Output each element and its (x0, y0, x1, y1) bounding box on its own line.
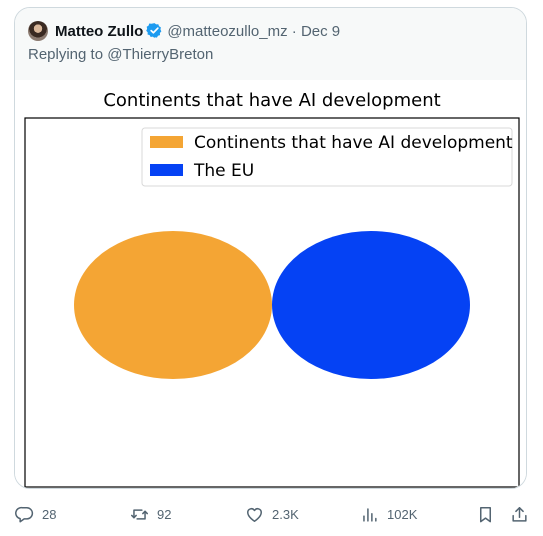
quoted-tweet-card[interactable]: Matteo Zullo @matteozullo_mz · Dec 9 Repl… (14, 7, 527, 489)
separator: · (291, 23, 297, 40)
bookmark-action[interactable] (476, 503, 503, 525)
chart-title: Continents that have AI development (103, 90, 440, 111)
share-icon (512, 506, 527, 522)
bookmark-icon (479, 506, 492, 522)
reply-action[interactable]: 28 (15, 503, 56, 525)
legend-swatch-2 (150, 164, 183, 176)
venn-chart: Continents that have AI development Cont… (24, 90, 520, 488)
reply-count: 28 (42, 506, 57, 522)
tweet-actions: 28 92 2.3K 102K (0, 493, 543, 533)
legend-swatch-1 (150, 136, 183, 148)
retweet-action[interactable]: 92 (130, 503, 171, 525)
handle[interactable]: @matteozullo_mz (167, 23, 287, 40)
verified-badge-icon (146, 22, 163, 44)
avatar[interactable] (28, 21, 48, 41)
quoted-tweet-header: Matteo Zullo @matteozullo_mz · Dec 9 Repl… (15, 8, 526, 80)
reply-icon (15, 506, 34, 522)
like-count: 2.3K (272, 506, 299, 522)
display-name[interactable]: Matteo Zullo (55, 23, 143, 40)
like-icon (247, 507, 262, 522)
retweet-count: 92 (157, 506, 172, 522)
replying-to-label: Replying to (28, 46, 104, 63)
attached-chart-image[interactable]: Continents that have AI development Cont… (15, 80, 526, 488)
venn-circle-2 (272, 231, 470, 379)
legend-label-1: Continents that have AI development (194, 133, 513, 153)
replying-to-handle[interactable]: @ThierryBreton (107, 46, 213, 63)
venn-circle-1 (74, 231, 272, 379)
views-action[interactable]: 102K (360, 503, 417, 525)
tweet-date[interactable]: Dec 9 (301, 23, 340, 40)
replying-to-line: Replying to @ThierryBreton (28, 46, 213, 64)
share-action[interactable] (510, 503, 537, 525)
legend: Continents that have AI development The E… (141, 127, 513, 187)
views-count: 102K (387, 506, 418, 522)
like-action[interactable]: 2.3K (245, 503, 299, 525)
retweet-icon (130, 508, 149, 520)
author-line: Matteo Zullo @matteozullo_mz · Dec 9 (55, 22, 340, 44)
views-icon (363, 507, 377, 522)
legend-label-2: The EU (193, 161, 254, 181)
